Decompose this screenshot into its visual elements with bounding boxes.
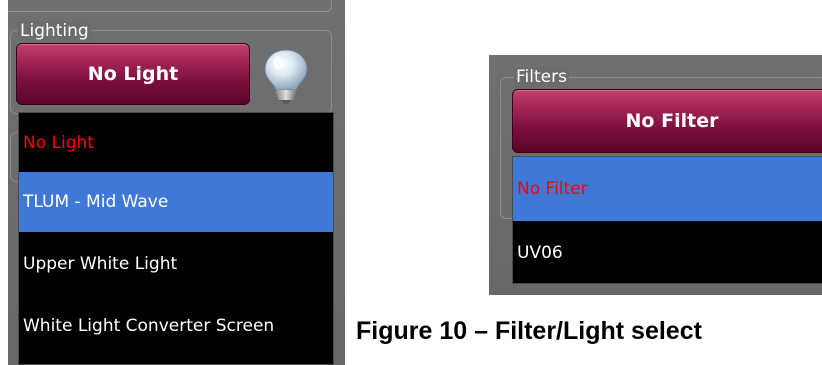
list-item[interactable]: UV06 [513,223,822,283]
lighting-button-label: No Light [87,63,179,85]
filters-button-label: No Filter [625,110,719,132]
filters-panel: Filters No Filter No Filter UV06 [489,55,822,295]
filters-group-title: Filters [514,67,569,87]
filters-dropdown-list: No Filter UV06 [512,156,822,284]
list-item[interactable]: Upper White Light [19,235,333,293]
lighting-dropdown-list: No Light TLUM - Mid Wave Upper White Lig… [18,112,334,365]
list-item[interactable]: No Light [19,113,333,173]
list-item[interactable]: White Light Converter Screen [19,297,333,355]
filters-select-button[interactable]: No Filter [512,89,822,153]
list-item[interactable]: TLUM - Mid Wave [19,172,333,232]
figure-caption: Figure 10 – Filter/Light select [356,317,702,345]
lighting-panel: Lighting No Light No Light TLUM - Mid Wa… [8,0,345,365]
lighting-group-title: Lighting [18,21,91,41]
light-bulb-icon [264,49,308,104]
list-item[interactable]: No Filter [513,157,822,221]
panel-frame-top [8,0,332,12]
lighting-select-button[interactable]: No Light [16,43,250,105]
